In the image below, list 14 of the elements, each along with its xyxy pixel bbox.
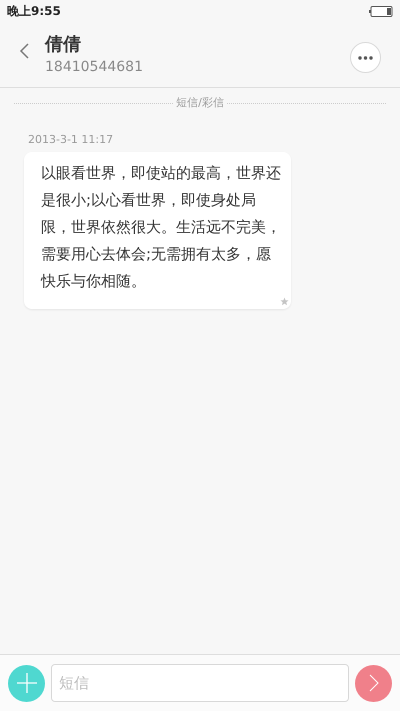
more-icon xyxy=(358,56,373,60)
send-button[interactable] xyxy=(355,664,392,702)
chevron-right-icon xyxy=(368,674,378,692)
section-label: 短信/彩信 xyxy=(175,95,225,111)
message-text: 以眼看世界，即使站的最高，世界还是很小;以心看世界，即使身处局限，世界依然很大。生活远不完美，需要用心去体会;无需拥有太多，愿快乐与你相随。 xyxy=(41,163,281,292)
message-time: 2013-3-1 11:17 xyxy=(27,132,114,148)
back-icon[interactable] xyxy=(19,42,29,58)
contact-name: 倩倩 xyxy=(45,32,82,56)
more-button[interactable] xyxy=(350,42,381,73)
status-time: 晚上9:55 xyxy=(7,3,61,20)
plus-icon xyxy=(16,673,36,693)
message-input-field[interactable]: 短信 xyxy=(51,664,349,702)
battery-icon xyxy=(369,6,393,16)
phone-number: 18410544681 xyxy=(45,58,144,76)
